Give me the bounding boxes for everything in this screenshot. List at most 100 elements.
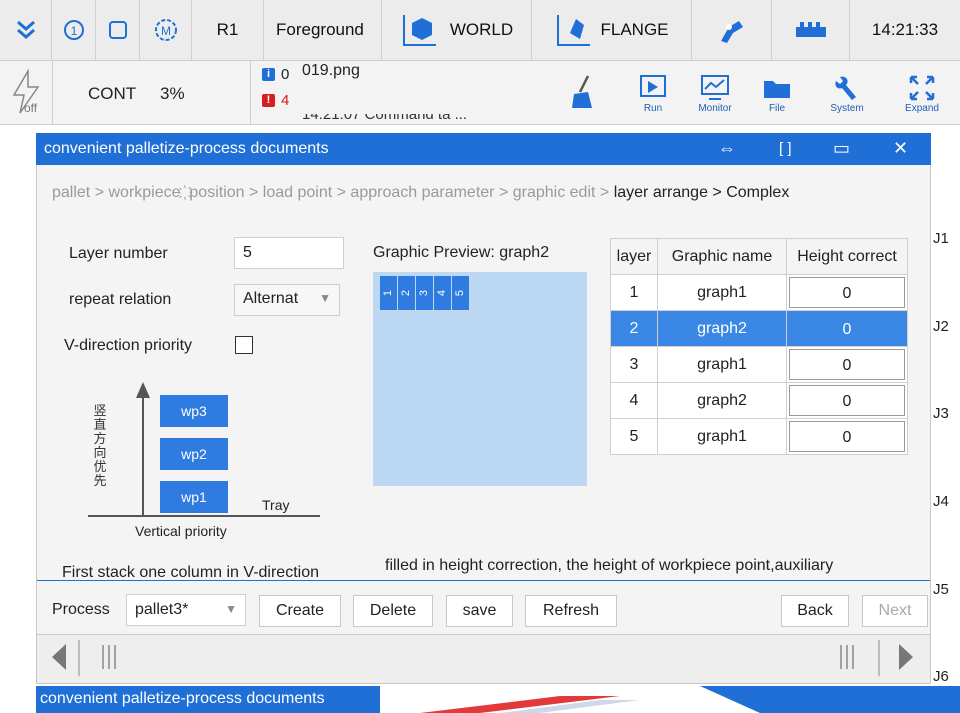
delete-button[interactable]: Delete <box>353 595 433 627</box>
workpiece-block: wp1 <box>160 481 228 513</box>
height-cell[interactable]: 0 <box>786 274 908 311</box>
process-select[interactable]: pallet3* ▼ <box>126 594 246 626</box>
height-input[interactable]: 0 <box>789 313 905 344</box>
coordinate-frame-selector[interactable]: WORLD <box>382 0 532 60</box>
v-direction-priority-checkbox[interactable] <box>235 336 253 354</box>
hint-left-text: First stack one column in V-direction <box>62 564 319 580</box>
power-toggle[interactable]: off <box>0 61 53 124</box>
graphic-cell[interactable]: graph1 <box>657 418 787 455</box>
cn-char: 方 <box>93 431 107 446</box>
height-cell[interactable]: 0 <box>786 382 908 419</box>
height-input[interactable]: 0 <box>789 421 905 452</box>
height-cell[interactable]: 0 <box>786 310 908 347</box>
scroll-handle-left[interactable] <box>100 643 120 676</box>
expand-button[interactable]: Expand <box>893 63 951 123</box>
column-header: Graphic name <box>657 238 787 275</box>
restore-icon[interactable]: [ ] <box>779 140 792 157</box>
manual-mode-icon[interactable]: M <box>140 0 192 60</box>
save-button[interactable]: save <box>446 595 513 627</box>
divider <box>78 640 80 676</box>
step-mode-icon[interactable]: 1 <box>52 0 96 60</box>
run-icon <box>640 74 666 97</box>
preview-cell-label: 3 <box>418 289 431 297</box>
scroll-left-icon[interactable] <box>48 642 70 677</box>
workpiece-block: wp2 <box>160 438 228 470</box>
hint-right-text: filled in height correction, the height … <box>385 557 834 574</box>
preview-cell: 3 <box>416 276 433 310</box>
close-icon[interactable]: ✕ <box>893 138 908 159</box>
run-button[interactable]: Run <box>624 63 682 123</box>
cn-char: 直 <box>93 417 107 432</box>
joint-label[interactable]: J1 <box>933 230 949 247</box>
preview-cell: 2 <box>398 276 415 310</box>
tool-frame-selector[interactable]: FLANGE <box>532 0 692 60</box>
run-label: Run <box>643 102 663 114</box>
height-input[interactable]: 0 <box>789 349 905 380</box>
scroll-right-icon[interactable] <box>895 642 917 677</box>
preview-cell-label: 1 <box>382 289 395 297</box>
back-button[interactable]: Back <box>781 595 849 627</box>
wrench-icon <box>835 76 856 100</box>
table-row[interactable]: 1 graph1 0 <box>610 274 908 311</box>
create-button[interactable]: Create <box>259 595 341 627</box>
error-counter[interactable]: ! 4 <box>262 92 289 109</box>
cn-char: 向 <box>93 445 107 460</box>
vertical-priority-caption: Vertical priority <box>135 523 227 539</box>
clock: 14:21:33 <box>850 0 960 60</box>
table-row-selected[interactable]: 2 graph2 0 <box>610 310 908 347</box>
graphic-cell[interactable]: graph2 <box>657 310 787 347</box>
chevron-down-icon: ▼ <box>225 602 237 616</box>
clear-broom-icon[interactable] <box>570 74 596 115</box>
joint-label[interactable]: J5 <box>933 581 949 598</box>
file-button[interactable]: File <box>748 63 806 123</box>
repeat-relation-select[interactable]: Alternat ▼ <box>234 284 340 316</box>
system-button[interactable]: System <box>818 63 876 123</box>
table-row[interactable]: 4 graph2 0 <box>610 382 908 419</box>
joint-label[interactable]: J3 <box>933 405 949 422</box>
run-mode-field[interactable]: Foreground <box>264 0 382 60</box>
swap-arrows-icon[interactable]: ⇔ <box>718 138 736 159</box>
joint-label[interactable]: J4 <box>933 493 949 510</box>
cn-char: 优 <box>93 459 107 474</box>
next-button[interactable]: Next <box>862 595 928 627</box>
preview-cell-label: 5 <box>454 289 467 297</box>
collapse-icon[interactable] <box>0 0 52 60</box>
joint-label[interactable]: J6 <box>933 668 949 685</box>
layer-number-input[interactable]: 5 <box>234 237 344 269</box>
robot-arm-icon[interactable] <box>692 0 772 60</box>
table-row[interactable]: 5 graph1 0 <box>610 418 908 455</box>
chevron-down-icon: ▼ <box>319 291 331 305</box>
graphic-cell[interactable]: graph1 <box>657 346 787 383</box>
breadcrumb-path[interactable]: pallet > workpiece ҉ position > load poi… <box>52 184 614 201</box>
graphic-cell[interactable]: graph1 <box>657 274 787 311</box>
height-input[interactable]: 0 <box>789 277 905 308</box>
maximize-icon[interactable]: ▭ <box>833 138 850 159</box>
stop-icon[interactable] <box>96 0 140 60</box>
run-mode-field[interactable]: CONT 3% <box>52 61 251 124</box>
io-board-icon[interactable] <box>772 0 850 60</box>
preview-cell: 5 <box>452 276 469 310</box>
robot-label: R1 <box>216 20 239 39</box>
joint-label[interactable]: J2 <box>933 318 949 335</box>
log-line: 14:21:07 Command ta ... <box>302 114 542 124</box>
refresh-button[interactable]: Refresh <box>525 595 617 627</box>
svg-text:1: 1 <box>70 24 77 38</box>
info-counter[interactable]: i 0 <box>262 66 289 83</box>
graphic-cell[interactable]: graph2 <box>657 382 787 419</box>
preview-cell: 4 <box>434 276 451 310</box>
monitor-icon <box>701 74 729 100</box>
time-label: 14:21:33 <box>871 20 939 39</box>
height-cell[interactable]: 0 <box>786 418 908 455</box>
column-header: Height correct <box>786 238 908 275</box>
robot-selector[interactable]: R1 <box>192 0 264 60</box>
taskbar-item[interactable]: convenient palletize-process documents <box>36 686 380 713</box>
table-header-row: layer Graphic name Height correct <box>610 238 908 275</box>
monitor-button[interactable]: Monitor <box>686 63 744 123</box>
height-cell[interactable]: 0 <box>786 346 908 383</box>
breadcrumb-current[interactable]: layer arrange > Complex <box>614 184 790 201</box>
flange-frame-icon <box>557 15 591 46</box>
height-input[interactable]: 0 <box>789 385 905 416</box>
cn-char: 先 <box>93 473 107 488</box>
scroll-handle-right[interactable] <box>838 643 858 676</box>
table-row[interactable]: 3 graph1 0 <box>610 346 908 383</box>
